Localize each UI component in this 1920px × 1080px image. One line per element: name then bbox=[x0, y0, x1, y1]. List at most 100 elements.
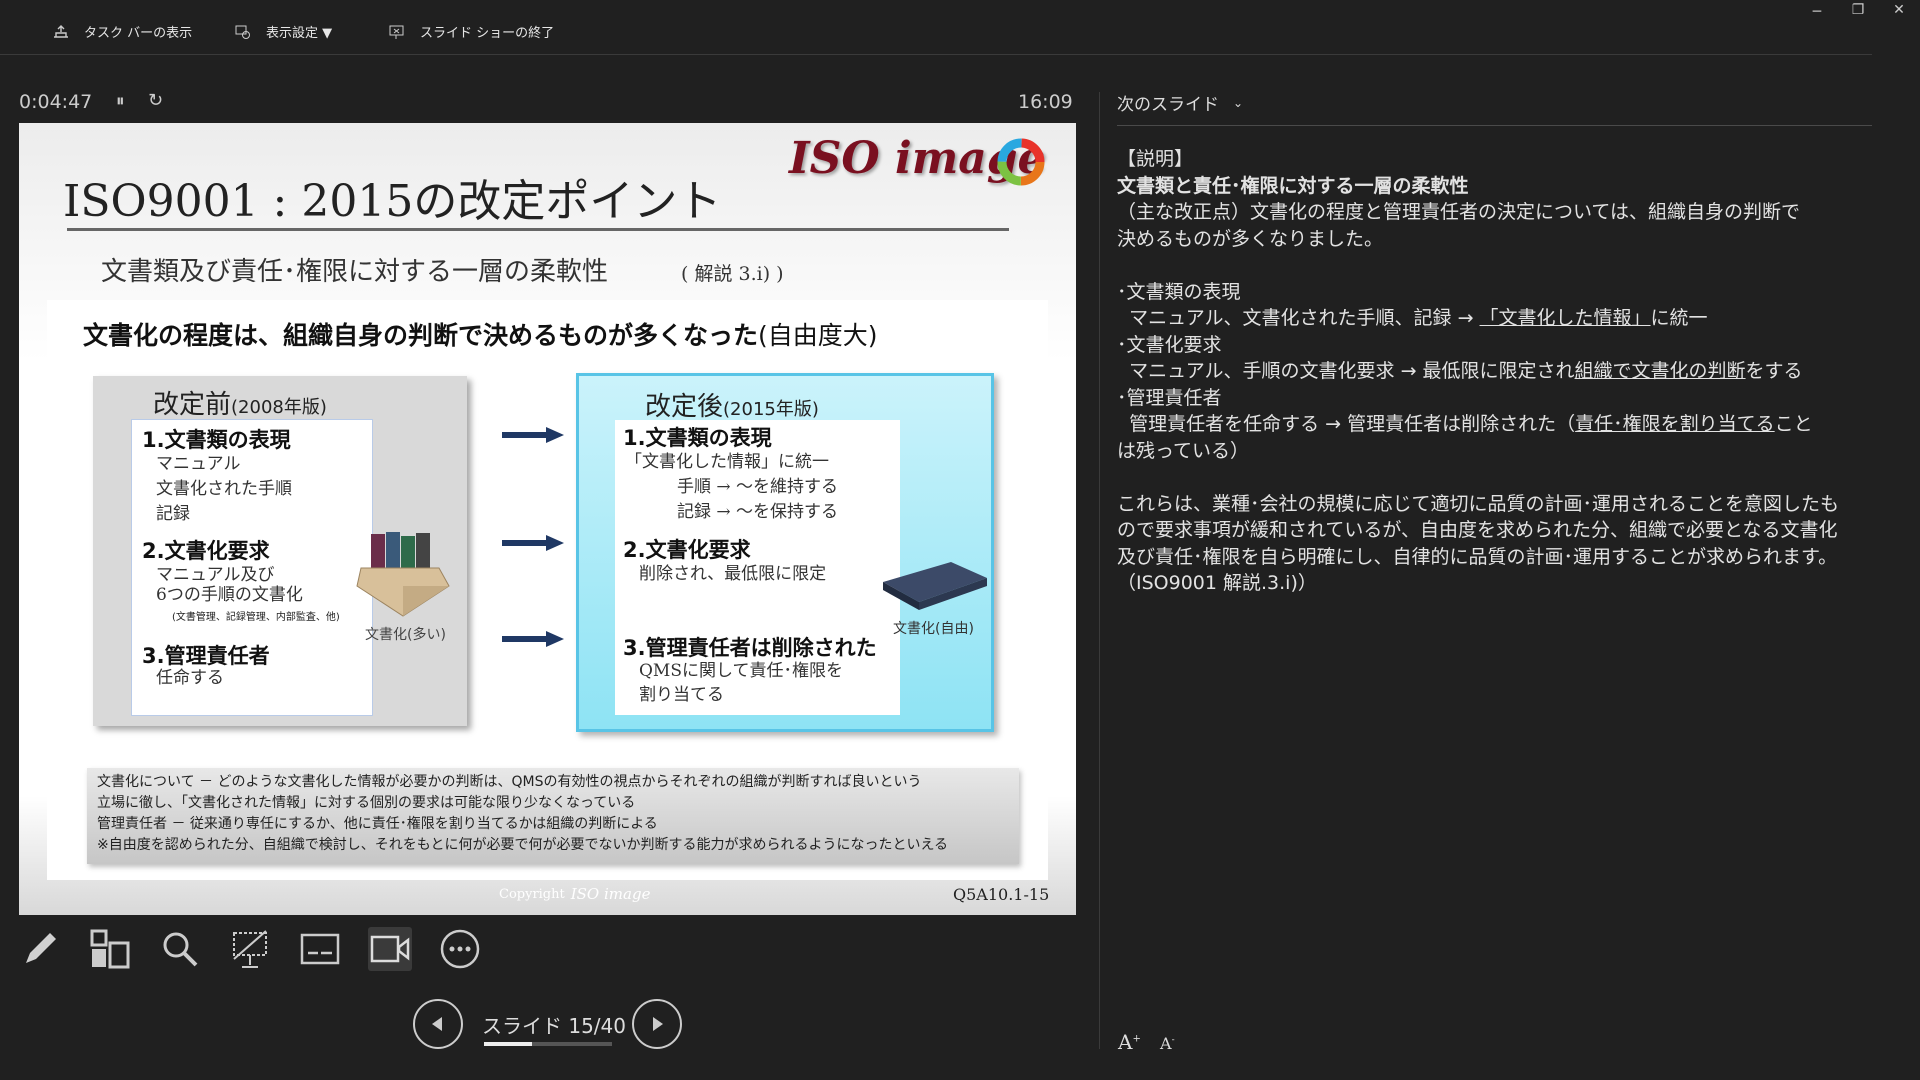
restart-timer-button[interactable]: ↻ bbox=[148, 90, 163, 111]
after-t2: 削除され、最低限に限定 bbox=[639, 564, 827, 584]
after-t3-1: QMSに関して責任･権限を bbox=[639, 661, 843, 681]
after-t3-2: 割り当てる bbox=[639, 685, 724, 705]
arrow-right-icon bbox=[502, 631, 564, 647]
slide-progress-fill bbox=[484, 1042, 532, 1046]
triangle-left-icon bbox=[432, 1017, 442, 1031]
current-slide[interactable]: ISO9001 : 2015の改定ポイント ISO image 文書類及び責任･… bbox=[19, 123, 1076, 915]
before-t1-1: マニュアル bbox=[156, 454, 241, 474]
notes-line: ので要求事項が緩和されているが、自由度を求められた分、組織で必要となる文書化 bbox=[1117, 519, 1838, 541]
before-t1-2: 文書化された手順 bbox=[156, 479, 292, 499]
more-icon bbox=[440, 929, 480, 969]
after-list: 1.文書類の表現 「文書化した情報」に統一 手順 → ～を維持する 記録 → ～… bbox=[615, 420, 900, 715]
display-settings-label: 表示設定 ▼ bbox=[266, 26, 333, 41]
before-t2-small: (文書管理、記録管理、内部監査、他) bbox=[172, 612, 340, 623]
after-t1-1: 「文書化した情報」に統一 bbox=[625, 452, 829, 472]
notes-line: 決めるものが多くなりました。 bbox=[1117, 227, 1384, 250]
decrease-font-button[interactable]: A- bbox=[1160, 1034, 1175, 1053]
black-screen-button[interactable] bbox=[228, 927, 272, 971]
before-t2-2: 6つの手順の文書化 bbox=[156, 585, 303, 605]
headline-text: 文書化の程度は、組織自身の判断で決めるものが多くなった bbox=[83, 321, 759, 350]
next-slide-dropdown[interactable]: 次のスライド ⌄ bbox=[1117, 90, 1243, 115]
before-h2: 2.文書化要求 bbox=[142, 539, 270, 563]
subtitles-button[interactable] bbox=[298, 927, 342, 971]
notes-line: ･管理責任者 bbox=[1117, 386, 1222, 409]
copyright: Copyright ISO image bbox=[499, 885, 650, 903]
footnote-3: 管理責任者 － 従来通り専任にするか、他に責任･権限を割り当てるかは組織の判断に… bbox=[97, 816, 658, 832]
camera-toggle-button[interactable] bbox=[368, 927, 412, 971]
restore-button[interactable]: ❐ bbox=[1846, 2, 1870, 18]
before-t1-3: 記録 bbox=[156, 504, 190, 524]
after-h3: 3.管理責任者は削除された bbox=[623, 636, 877, 660]
screen-toggle-icon bbox=[233, 930, 267, 968]
previous-slide-button[interactable] bbox=[413, 999, 463, 1049]
copyright-label: Copyright bbox=[499, 886, 565, 902]
more-options-button[interactable] bbox=[438, 927, 482, 971]
notes-line: マニュアル、文書化された手順、記録 → 「文書化した情報」に統一 bbox=[1129, 307, 1708, 329]
current-time: 16:09 bbox=[1018, 91, 1073, 113]
end-slideshow-icon bbox=[388, 24, 406, 40]
before-box: 改定前(2008年版) 1.文書類の表現 マニュアル 文書化された手順 記録 2… bbox=[93, 376, 467, 726]
title-underline bbox=[67, 228, 1009, 231]
triangle-right-icon bbox=[653, 1017, 663, 1031]
before-caption: 文書化(多い) bbox=[365, 627, 446, 643]
notes-line: ･文書化要求 bbox=[1117, 333, 1222, 356]
display-settings-button[interactable]: 表示設定 ▼ bbox=[234, 22, 332, 41]
notes-line: これらは、業種･会社の規模に応じて適切に品質の計画･運用されることを意図したも bbox=[1117, 492, 1840, 515]
notes-blank bbox=[1117, 464, 1865, 491]
next-slide-button[interactable] bbox=[632, 999, 682, 1049]
footnote-box: 文書化について － どのような文書化した情報が必要かの判断は、QMSの有効性の視… bbox=[87, 768, 1019, 864]
footnote-4: ※自由度を認められた分、自組織で検討し、それをもとに何が必要で何が必要でないか判… bbox=[97, 837, 949, 853]
notes-line: マニュアル、手順の文書化要求 → 最低限に限定され組織で文書化の判断をする bbox=[1129, 360, 1803, 382]
speaker-notes[interactable]: 【説明】 文書類と責任･権限に対する一層の柔軟性 （主な改正点）文書化の程度と管… bbox=[1117, 146, 1865, 597]
after-h2: 2.文書化要求 bbox=[623, 538, 751, 562]
notes-line: 【説明】 bbox=[1117, 148, 1194, 170]
minimize-button[interactable]: ─ bbox=[1805, 4, 1829, 20]
show-taskbar-button[interactable]: タスク バーの表示 bbox=[52, 22, 192, 41]
elapsed-timer: 0:04:47 bbox=[19, 91, 93, 113]
slide-code: Q5A10.1-15 bbox=[953, 885, 1050, 904]
footnote-1: 文書化について － どのような文書化した情報が必要かの判断は、QMSの有効性の視… bbox=[97, 774, 922, 790]
notes-line: 管理責任者を任命する → 管理責任者は削除された（責任･権限を割り当てること bbox=[1129, 413, 1813, 435]
taskbar-icon bbox=[52, 24, 70, 40]
arrow-right-icon bbox=[502, 535, 564, 551]
arrow-right-icon bbox=[502, 427, 564, 443]
after-title: 改定後(2015年版) bbox=[645, 392, 819, 422]
zoom-button[interactable] bbox=[158, 927, 202, 971]
camera-icon bbox=[370, 935, 410, 963]
notes-line: 文書類と責任･権限に対する一層の柔軟性 bbox=[1117, 174, 1469, 197]
close-button[interactable]: ✕ bbox=[1887, 2, 1911, 18]
grid-icon bbox=[90, 929, 130, 969]
chevron-down-icon: ⌄ bbox=[1233, 95, 1244, 110]
notes-line: 及び責任･権限を自ら明確にし、自律的に品質の計画･運用することが求められます。 bbox=[1117, 545, 1838, 568]
pen-tool-button[interactable] bbox=[18, 927, 62, 971]
end-slideshow-label: スライド ショーの終了 bbox=[420, 26, 555, 41]
before-h1: 1.文書類の表現 bbox=[142, 428, 291, 452]
show-taskbar-label: タスク バーの表示 bbox=[84, 26, 193, 41]
end-slideshow-button[interactable]: スライド ショーの終了 bbox=[388, 22, 554, 41]
pane-divider[interactable] bbox=[1099, 92, 1100, 1049]
increase-font-button[interactable]: A+ bbox=[1118, 1030, 1141, 1054]
next-slide-label: 次のスライド bbox=[1117, 95, 1219, 115]
notes-line: （主な改正点）文書化の程度と管理責任者の決定については、組織自身の判断で bbox=[1117, 201, 1801, 223]
toolbar-divider bbox=[0, 54, 1872, 55]
notes-line: は残っている） bbox=[1117, 439, 1250, 462]
before-t3: 任命する bbox=[156, 668, 224, 688]
see-all-slides-button[interactable] bbox=[88, 927, 132, 971]
logo-ring-icon bbox=[994, 135, 1048, 189]
document-box-icon bbox=[355, 528, 451, 620]
copyright-logo: ISO image bbox=[570, 885, 651, 903]
after-t1-2: 手順 → ～を維持する bbox=[677, 477, 839, 497]
headline-note: (自由度大) bbox=[758, 321, 878, 350]
notes-divider bbox=[1117, 125, 1872, 126]
pause-timer-button[interactable]: ⏸ bbox=[116, 91, 125, 111]
slide-headline: 文書化の程度は、組織自身の判断で決めるものが多くなった(自由度大) bbox=[83, 316, 878, 352]
after-caption: 文書化(自由) bbox=[893, 621, 974, 637]
pen-icon bbox=[26, 933, 56, 963]
slide-title: ISO9001 : 2015の改定ポイント bbox=[63, 176, 722, 227]
before-title: 改定前(2008年版) bbox=[153, 390, 327, 420]
notes-line: （ISO9001 解説.3.i)） bbox=[1117, 572, 1317, 594]
search-icon bbox=[163, 932, 198, 967]
after-box: 改定後(2015年版) 1.文書類の表現 「文書化した情報」に統一 手順 → ～… bbox=[576, 373, 994, 732]
slide-progress-track bbox=[484, 1042, 612, 1046]
folder-icon bbox=[881, 552, 989, 616]
